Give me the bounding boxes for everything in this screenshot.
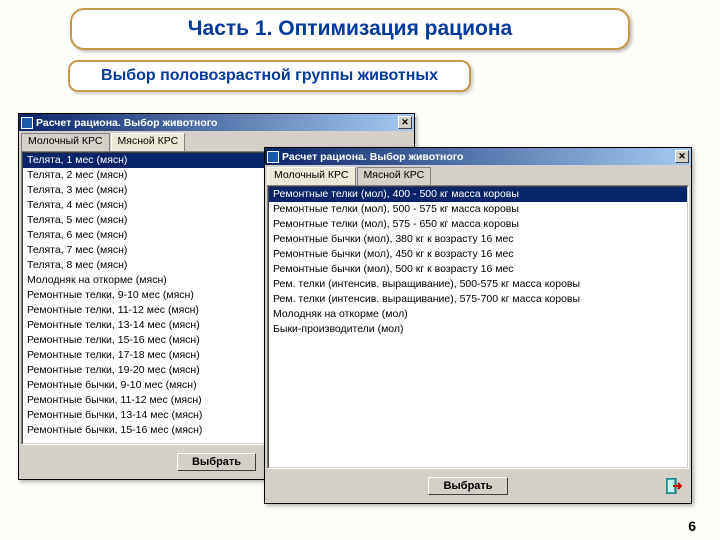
close-icon[interactable]: ✕ [398,116,412,129]
titlebar: Расчет рациона. Выбор животного ✕ [19,114,414,131]
bottom-bar: Выбрать [265,471,691,501]
slide-subtitle-text: Выбор половозрастной группы животных [101,67,438,85]
list-item[interactable]: Быки-производители (мол) [269,322,687,337]
tab-meat[interactable]: Мясной КРС [111,133,186,151]
list-item[interactable]: Ремонтные бычки (мол), 380 кг к возрасту… [269,232,687,247]
list-item[interactable]: Ремонтные телки (мол), 575 - 650 кг масс… [269,217,687,232]
list-item[interactable]: Рем. телки (интенсив. выращивание), 575-… [269,292,687,307]
slide-subtitle: Выбор половозрастной группы животных [68,60,471,92]
dialog-title: Расчет рациона. Выбор животного [36,117,398,129]
tab-bar: Молочный КРС Мясной КРС [265,165,691,185]
app-icon [21,117,33,129]
list-item[interactable]: Ремонтные телки (мол), 500 - 575 кг масс… [269,202,687,217]
list-item[interactable]: Молодняк на откорме (мол) [269,307,687,322]
animal-list: Ремонтные телки (мол), 400 - 500 кг масс… [267,185,689,469]
slide-title: Часть 1. Оптимизация рациона [70,8,630,50]
list-item[interactable]: Ремонтные бычки (мол), 450 кг к возрасту… [269,247,687,262]
select-button[interactable]: Выбрать [428,477,507,495]
titlebar: Расчет рациона. Выбор животного ✕ [265,148,691,165]
list-item[interactable]: Ремонтные телки (мол), 400 - 500 кг масс… [269,187,687,202]
exit-icon[interactable] [665,477,685,495]
dialog-title: Расчет рациона. Выбор животного [282,151,675,163]
page-number: 6 [688,518,696,534]
select-button[interactable]: Выбрать [177,453,256,471]
tab-meat[interactable]: Мясной КРС [357,167,432,185]
list-item[interactable]: Рем. телки (интенсив. выращивание), 500-… [269,277,687,292]
app-icon [267,151,279,163]
slide-title-text: Часть 1. Оптимизация рациона [188,17,512,41]
close-icon[interactable]: ✕ [675,150,689,163]
list-item[interactable]: Ремонтные бычки (мол), 500 кг к возрасту… [269,262,687,277]
dialog-select-animal-dairy: Расчет рациона. Выбор животного ✕ Молочн… [264,147,692,504]
tab-dairy[interactable]: Молочный КРС [267,167,356,185]
tab-dairy[interactable]: Молочный КРС [21,133,110,151]
